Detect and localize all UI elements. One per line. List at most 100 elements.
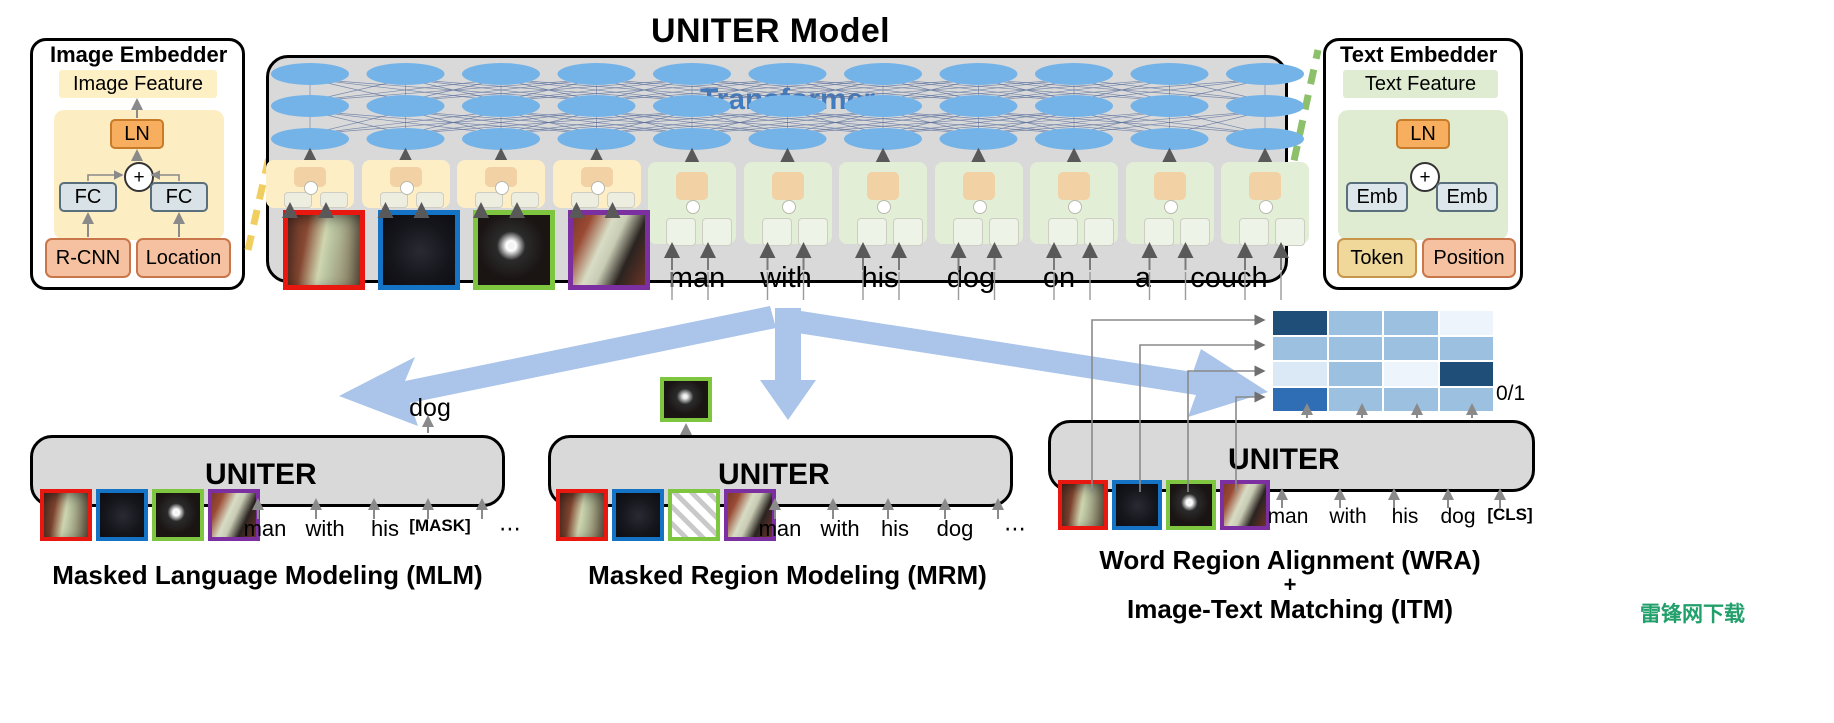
wra-caption-line2: Image-Text Matching (ITM) xyxy=(1127,594,1453,624)
image-ln-label: LN xyxy=(124,122,150,145)
token-input-box xyxy=(952,218,983,246)
mlm-caption: Masked Language Modeling (MLM) xyxy=(52,560,483,590)
token-embed-box xyxy=(1249,172,1281,200)
token-input-box xyxy=(893,218,923,246)
mlm-uniter-label: UNITER xyxy=(205,458,317,491)
text-feature-box: Text Feature xyxy=(1343,70,1498,98)
token-sum-node xyxy=(304,181,318,195)
task-word: [CLS] xyxy=(1487,505,1533,524)
image-source-location-label: Location xyxy=(145,246,222,269)
text-ln-label: LN xyxy=(1410,122,1436,145)
token-embed-box xyxy=(771,172,804,200)
token-embed-box xyxy=(676,172,708,200)
token-input-box xyxy=(606,192,635,208)
region-thumbnail xyxy=(668,489,720,541)
transformer-label: Transformer xyxy=(700,83,876,116)
image-embedder-title: Image Embedder xyxy=(50,42,228,67)
token-input-box xyxy=(797,218,828,246)
watermark: 雷锋网下载 xyxy=(1640,603,1745,626)
heatmap-cell xyxy=(1383,335,1439,361)
token-input-box xyxy=(666,218,696,246)
sequence-word: a xyxy=(1134,262,1152,294)
region-thumbnail xyxy=(568,210,650,290)
region-thumbnail xyxy=(473,210,555,290)
text-plus-label: + xyxy=(1419,166,1431,188)
heatmap-cell xyxy=(1272,335,1328,361)
text-source-position: Position xyxy=(1422,238,1516,278)
text-source-position-label: Position xyxy=(1433,246,1505,269)
text-feature-label: Text Feature xyxy=(1364,72,1477,95)
heatmap-cell xyxy=(1383,310,1439,336)
token-sum-node xyxy=(1163,200,1178,214)
region-thumbnail xyxy=(283,210,365,290)
wra-uniter-label: UNITER xyxy=(1228,443,1340,476)
sequence-word: his xyxy=(861,262,899,294)
image-ln-box: LN xyxy=(110,119,164,149)
sequence-word: with xyxy=(760,262,812,294)
sequence-word: man xyxy=(668,262,726,294)
heatmap-cell xyxy=(1438,386,1494,412)
sequence-word: dog xyxy=(946,262,996,294)
token-input-box xyxy=(1239,218,1269,246)
token-input-box xyxy=(988,218,1019,246)
token-sum-node xyxy=(495,181,509,195)
token-sum-node xyxy=(1259,200,1273,214)
region-thumbnail xyxy=(152,489,204,541)
image-source-location: Location xyxy=(136,238,231,278)
token-sum-node xyxy=(781,200,796,214)
image-source-rcnn-label: R-CNN xyxy=(55,246,121,269)
region-thumbnail xyxy=(556,489,608,541)
region-thumbnail xyxy=(378,210,460,290)
heatmap-cell xyxy=(1327,335,1383,361)
text-source-token: Token xyxy=(1337,238,1417,278)
text-embedder-title: Text Embedder xyxy=(1340,42,1498,67)
region-thumbnail xyxy=(1166,480,1216,530)
token-sum-node xyxy=(399,181,414,195)
mrm-uniter-label: UNITER xyxy=(718,458,830,491)
region-thumbnail xyxy=(612,489,664,541)
image-feature-box: Image Feature xyxy=(59,70,217,98)
token-input-box xyxy=(857,218,887,246)
heatmap-cell xyxy=(1438,310,1494,336)
token-embed-box xyxy=(867,172,899,200)
mlm-output-label: dog xyxy=(409,394,451,422)
region-thumbnail xyxy=(40,489,92,541)
mrm-caption: Masked Region Modeling (MRM) xyxy=(588,560,987,590)
text-ln-box: LN xyxy=(1396,119,1450,149)
heatmap-cell xyxy=(1383,361,1439,387)
task-word: [MASK] xyxy=(409,516,471,535)
image-fc-right-label: FC xyxy=(165,185,193,208)
image-feature-label: Image Feature xyxy=(72,72,204,95)
token-input-box xyxy=(1084,218,1114,246)
token-sum-node xyxy=(590,181,605,195)
text-source-token-label: Token xyxy=(1350,246,1404,269)
heatmap-cell xyxy=(1383,386,1439,412)
heatmap-legend-label: 0/1 xyxy=(1496,382,1526,405)
image-fc-left: FC xyxy=(59,182,117,212)
sequence-word: on xyxy=(1042,262,1076,294)
heatmap-cell xyxy=(1438,335,1494,361)
mrm-output-region xyxy=(660,377,712,422)
token-input-box xyxy=(320,192,348,208)
region-thumbnail xyxy=(1058,480,1108,530)
token-sum-node xyxy=(972,200,987,214)
token-sum-node xyxy=(1068,200,1082,214)
token-sum-node xyxy=(686,200,700,214)
text-emb-left: Emb xyxy=(1346,182,1408,212)
text-emb-right-label: Emb xyxy=(1446,185,1488,208)
image-fc-right: FC xyxy=(150,182,208,212)
task-word: ⋯ xyxy=(1004,516,1026,541)
token-input-box xyxy=(1179,218,1210,246)
region-thumbnail xyxy=(1112,480,1162,530)
token-embed-box xyxy=(1153,172,1186,200)
region-thumbnail xyxy=(96,489,148,541)
task-word: ⋯ xyxy=(499,516,521,541)
token-input-box xyxy=(702,218,732,246)
token-input-box xyxy=(1275,218,1305,246)
text-emb-right: Emb xyxy=(1436,182,1498,212)
heatmap-cell xyxy=(1327,310,1383,336)
heatmap-cell xyxy=(1272,310,1328,336)
heatmap-cell xyxy=(1327,361,1383,387)
image-plus-label: + xyxy=(133,166,145,188)
page-title: UNITER Model xyxy=(651,12,891,50)
